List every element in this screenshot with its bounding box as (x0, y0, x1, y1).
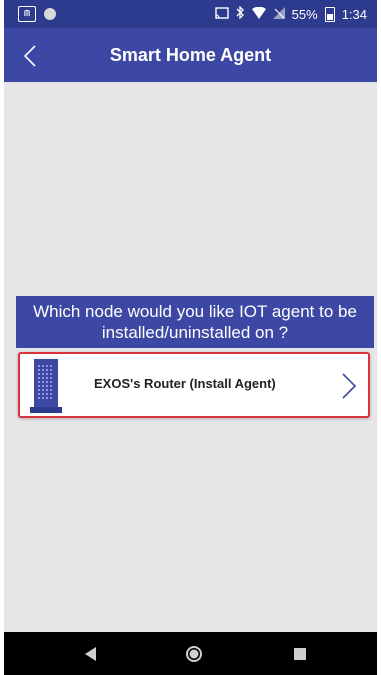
node-label: EXOS's Router (Install Agent) (94, 376, 276, 391)
circle-icon (44, 8, 56, 20)
battery-icon (324, 6, 335, 22)
wifi-icon (251, 6, 266, 22)
status-bar: ᗰ 55% 1:34 (4, 0, 377, 28)
app-bar: Smart Home Agent (4, 28, 377, 82)
node-prompt: Which node would you like IOT agent to b… (16, 296, 374, 348)
app-icon: ᗰ (18, 6, 36, 22)
system-nav-bar (4, 632, 377, 675)
circle-home-icon (186, 646, 202, 662)
status-right: 55% 1:34 (214, 5, 367, 22)
battery-percent: 55% (291, 6, 318, 22)
triangle-back-icon (85, 647, 96, 661)
prompt-line-1: Which node would you like IOT agent to b… (33, 302, 357, 321)
signal-icon (272, 6, 285, 22)
prompt-line-2: installed/uninstalled on ? (101, 323, 289, 342)
nav-back-button[interactable] (79, 642, 103, 666)
phone-screen: ᗰ 55% 1:34 Smart Home Agent Which node w… (4, 0, 377, 675)
status-left: ᗰ (18, 6, 56, 22)
cast-icon (214, 6, 229, 22)
node-item-exos-router[interactable]: EXOS's Router (Install Agent) (18, 352, 370, 418)
nav-recents-button[interactable] (288, 642, 312, 666)
square-recents-icon (294, 648, 306, 660)
nav-home-button[interactable] (182, 642, 206, 666)
clock: 1:34 (341, 6, 367, 22)
bluetooth-icon (236, 5, 245, 22)
chevron-right-icon (342, 373, 357, 399)
router-icon (30, 359, 62, 413)
page-title: Smart Home Agent (109, 45, 272, 65)
